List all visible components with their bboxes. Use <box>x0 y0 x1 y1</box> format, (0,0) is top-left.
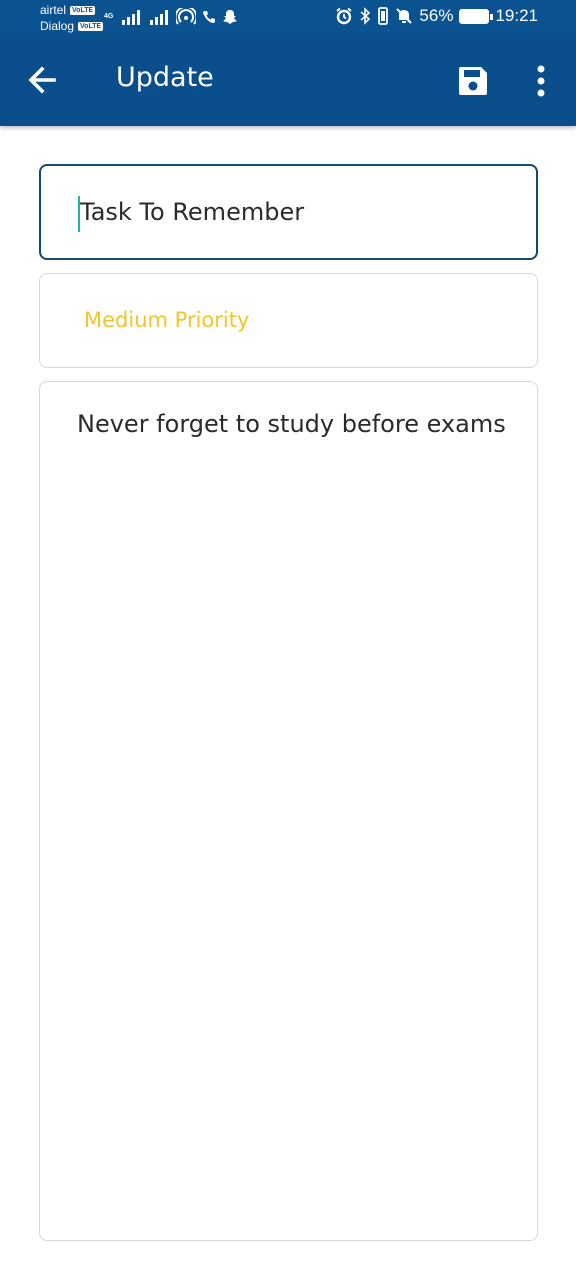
save-icon <box>459 67 487 95</box>
carrier-2-label: Dialog <box>40 19 75 33</box>
back-button[interactable] <box>24 60 64 100</box>
battery-icon <box>459 8 494 24</box>
signal-icon <box>150 10 168 25</box>
clock: 19:21 <box>495 6 538 25</box>
network-type-label: 4G <box>104 13 114 20</box>
task-description-field[interactable]: Never forget to study before exams <box>39 381 538 1241</box>
volte-badge: VoLTE <box>78 21 104 31</box>
carrier-info: airtel VoLTE Dialog VoLTE <box>40 2 104 34</box>
priority-value: Medium Priority <box>84 308 250 332</box>
snapchat-icon <box>223 10 237 24</box>
page-title: Update <box>116 62 214 93</box>
call-icon <box>203 11 215 23</box>
more-vert-icon <box>537 65 545 97</box>
more-options-button[interactable] <box>526 62 556 100</box>
vibrate-icon <box>378 7 389 25</box>
status-left-icons: 4G <box>104 8 238 26</box>
carrier-1-label: airtel <box>40 3 67 17</box>
priority-selector[interactable]: Medium Priority <box>39 273 538 368</box>
task-description-value: Never forget to study before exams <box>77 410 506 438</box>
status-bar: airtel VoLTE Dialog VoLTE 4G 56% 19:21 <box>0 0 576 36</box>
hotspot-icon <box>176 8 196 25</box>
app-bar: Update <box>0 36 576 126</box>
signal-icon <box>122 10 140 25</box>
alarm-icon <box>336 7 353 25</box>
status-right-icons: 56% 19:21 <box>335 6 538 26</box>
mute-icon <box>396 8 413 24</box>
volte-badge: VoLTE <box>70 5 96 15</box>
bluetooth-icon <box>360 7 371 25</box>
task-title-field[interactable]: Task To Remember <box>39 164 538 260</box>
task-title-value: Task To Remember <box>80 198 305 226</box>
back-arrow-icon <box>28 66 56 94</box>
battery-percent: 56% <box>419 6 454 25</box>
save-button[interactable] <box>456 64 490 98</box>
